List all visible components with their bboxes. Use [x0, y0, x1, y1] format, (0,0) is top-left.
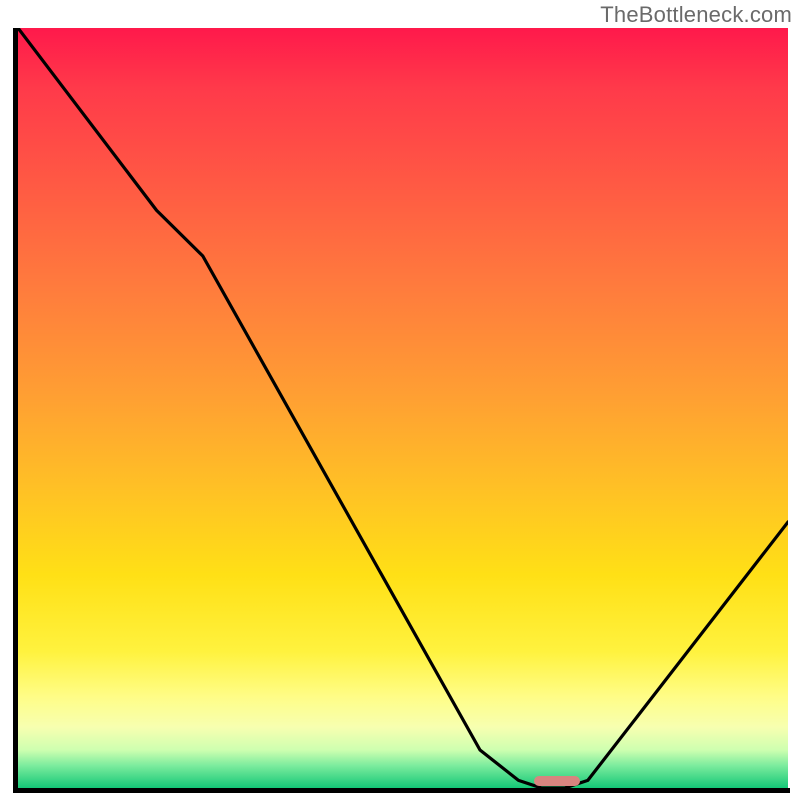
watermark-text: TheBottleneck.com: [600, 2, 792, 28]
plot-gradient-background: [18, 28, 788, 788]
y-axis: [13, 28, 18, 790]
plot-area: [18, 28, 788, 788]
x-axis: [13, 788, 790, 793]
optimal-marker: [534, 776, 580, 786]
chart-frame: TheBottleneck.com: [0, 0, 800, 800]
